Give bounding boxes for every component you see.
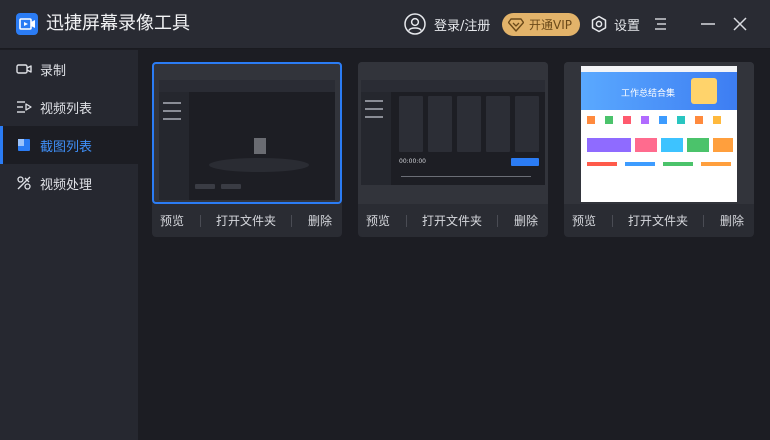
menu-button[interactable] <box>651 14 671 34</box>
sidebar: 录制 视频列表 截图列表 视频处理 <box>0 50 138 440</box>
divider <box>199 214 201 227</box>
close-button[interactable] <box>730 14 750 34</box>
divider <box>611 214 613 227</box>
preview-button[interactable]: 预览 <box>160 212 184 229</box>
sidebar-item-video-process[interactable]: 视频处理 <box>0 164 138 202</box>
open-folder-button[interactable]: 打开文件夹 <box>216 212 276 229</box>
sidebar-item-label: 录制 <box>40 63 67 79</box>
video-process-icon <box>17 176 31 190</box>
sidebar-item-label: 视频列表 <box>40 101 93 117</box>
screenshot-thumbnail[interactable]: 00:00:00 <box>358 62 548 204</box>
settings-label: 设置 <box>614 18 641 34</box>
screenshot-card[interactable]: 预览 打开文件夹 删除 <box>152 62 342 237</box>
vip-label: 开通VIP <box>529 18 572 32</box>
minimize-icon <box>701 23 715 25</box>
video-list-icon <box>17 101 32 113</box>
gear-icon <box>591 15 607 33</box>
screenshot-list-icon <box>18 139 30 151</box>
vip-button[interactable]: 开通VIP <box>502 13 580 36</box>
card-actions: 预览 打开文件夹 删除 <box>152 204 342 237</box>
title-bar: 迅捷屏幕录像工具 登录/注册 开通VIP 设置 <box>0 0 770 49</box>
app-title: 迅捷屏幕录像工具 <box>46 13 190 34</box>
divider <box>497 214 499 227</box>
sidebar-item-screenshot-list[interactable]: 截图列表 <box>0 126 138 164</box>
screenshot-card[interactable]: 工作总结合集 预览 打开文件夹 删除 <box>564 62 754 237</box>
minimize-button[interactable] <box>698 14 718 34</box>
screenshot-card[interactable]: 00:00:00 预览 打开文件夹 删除 <box>358 62 548 237</box>
screenshot-thumbnail[interactable]: 工作总结合集 <box>564 62 754 204</box>
sidebar-item-label: 视频处理 <box>40 177 93 193</box>
delete-button[interactable]: 删除 <box>720 212 744 229</box>
user-avatar-icon <box>404 13 426 35</box>
open-folder-button[interactable]: 打开文件夹 <box>422 212 482 229</box>
timer-text: 00:00:00 <box>399 158 426 165</box>
delete-button[interactable]: 删除 <box>308 212 332 229</box>
close-icon <box>733 17 747 31</box>
record-icon <box>16 64 32 74</box>
card-actions: 预览 打开文件夹 删除 <box>564 204 754 237</box>
screenshot-thumbnail[interactable] <box>152 62 342 204</box>
divider <box>703 214 705 227</box>
menu-icon <box>655 18 666 30</box>
sidebar-item-label: 截图列表 <box>40 139 93 155</box>
settings-button[interactable]: 设置 <box>590 13 640 35</box>
divider <box>405 214 407 227</box>
divider <box>291 214 293 227</box>
delete-button[interactable]: 删除 <box>514 212 538 229</box>
app-logo-icon <box>16 13 38 35</box>
sidebar-item-video-list[interactable]: 视频列表 <box>0 88 138 126</box>
preview-button[interactable]: 预览 <box>572 212 596 229</box>
login-register-button[interactable]: 登录/注册 <box>404 12 490 36</box>
sidebar-item-record[interactable]: 录制 <box>0 50 138 88</box>
card-actions: 预览 打开文件夹 删除 <box>358 204 548 237</box>
preview-button[interactable]: 预览 <box>366 212 390 229</box>
login-register-label: 登录/注册 <box>434 18 491 34</box>
diamond-icon <box>508 17 524 32</box>
banner-text: 工作总结合集 <box>621 89 676 99</box>
open-folder-button[interactable]: 打开文件夹 <box>628 212 688 229</box>
